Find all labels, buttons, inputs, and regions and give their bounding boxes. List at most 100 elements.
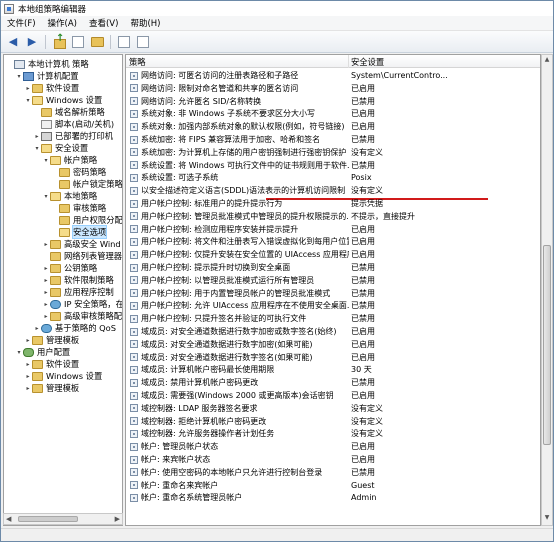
tree-item[interactable]: 网络列表管理器 bbox=[42, 250, 122, 262]
folder-button[interactable] bbox=[89, 34, 105, 50]
tree-item[interactable]: ▾ Windows 设置 bbox=[24, 94, 102, 106]
tree-item[interactable]: 安全选项 bbox=[51, 225, 108, 239]
tree-item[interactable]: ▸ Windows 设置 bbox=[24, 370, 102, 382]
expand-arrow-icon[interactable]: ▸ bbox=[33, 325, 41, 332]
tree-item[interactable]: 域名解析策略 bbox=[33, 106, 105, 118]
table-row[interactable]: 帐户: 来宾帐户状态 已启用 bbox=[126, 454, 540, 465]
tree-item[interactable]: ▸ 软件限制策略 bbox=[42, 274, 113, 286]
tree-item[interactable]: 密码策略 bbox=[51, 166, 106, 178]
table-row[interactable]: 系统设置: 可选子系统 Posix bbox=[126, 172, 540, 183]
expand-arrow-icon[interactable]: ▸ bbox=[42, 277, 50, 284]
tree-item[interactable]: ▸ 公钥策略 bbox=[42, 262, 97, 274]
table-row[interactable]: 用户帐户控制: 只提升签名并验证的可执行文件 已禁用 bbox=[126, 313, 540, 324]
tree-item[interactable]: ▸ 应用程序控制 bbox=[42, 286, 113, 298]
tree-item[interactable]: ▾ 计算机配置 bbox=[15, 70, 78, 82]
expand-arrow-icon[interactable]: ▸ bbox=[24, 337, 32, 344]
table-row[interactable]: 域成员: 需要强(Windows 2000 或更高版本)会话密钥 已启用 bbox=[126, 390, 540, 401]
table-row[interactable]: 用户帐户控制: 提示提升时切换到安全桌面 已禁用 bbox=[126, 262, 540, 273]
scroll-down-icon[interactable]: ▼ bbox=[543, 514, 551, 524]
table-row[interactable]: 域控制器: 允许服务器操作者计划任务 没有定义 bbox=[126, 428, 540, 439]
tree-item[interactable]: ▸ 软件设置 bbox=[24, 358, 79, 370]
table-row[interactable]: 以安全描述符定义语言(SDDL)语法表示的计算机访问限制 没有定义 bbox=[126, 185, 540, 196]
expand-arrow-icon[interactable]: ▸ bbox=[42, 265, 50, 272]
expand-arrow-icon[interactable]: ▸ bbox=[24, 85, 32, 92]
tree-item[interactable]: 用户权限分配 bbox=[51, 214, 122, 226]
table-row[interactable]: 系统加密: 将 FIPS 兼容算法用于加密、哈希和签名 已禁用 bbox=[126, 134, 540, 145]
table-row[interactable]: 用户帐户控制: 将文件和注册表写入错误虚拟化到每用户位置 已启用 bbox=[126, 236, 540, 247]
tree-item[interactable]: ▾ 用户配置 bbox=[15, 346, 70, 358]
table-row[interactable]: 系统设置: 将 Windows 可执行文件中的证书规则用于软件... 已禁用 bbox=[126, 160, 540, 171]
scroll-up-icon[interactable]: ▲ bbox=[543, 56, 551, 66]
back-arrow-icon[interactable]: ◀ bbox=[5, 34, 21, 50]
tree-item[interactable]: ▸ 基于策略的 QoS bbox=[33, 322, 116, 334]
table-row[interactable]: 帐户: 重命名系统管理员帐户 Admin bbox=[126, 492, 540, 503]
tree-item[interactable]: ▸ 管理模板 bbox=[24, 382, 79, 394]
expand-arrow-icon[interactable]: ▸ bbox=[24, 361, 32, 368]
table-row[interactable]: 系统加密: 为计算机上存储的用户密钥强制进行强密钥保护 没有定义 bbox=[126, 147, 540, 158]
tree-item[interactable]: ▸ 管理模板 bbox=[24, 334, 79, 346]
table-row[interactable]: 网络访问: 允许匿名 SID/名称转换 已禁用 bbox=[126, 96, 540, 107]
tree-item[interactable]: 脚本(启动/关机) bbox=[33, 118, 114, 130]
scroll-left-icon[interactable]: ◀ bbox=[6, 515, 11, 523]
menu-action[interactable]: 操作(A) bbox=[42, 17, 83, 29]
expand-arrow-icon[interactable]: ▸ bbox=[24, 373, 32, 380]
tree-item[interactable]: ▸ IP 安全策略，在 bbox=[42, 298, 122, 310]
table-row[interactable]: 网络访问: 可匿名访问的注册表路径和子路径 System\CurrentContr… bbox=[126, 70, 540, 81]
tree-item[interactable]: ▸ 高级安全 Wind bbox=[42, 238, 120, 250]
table-row[interactable]: 域成员: 禁用计算机帐户密码更改 已禁用 bbox=[126, 377, 540, 388]
column-header-setting[interactable]: 安全设置 bbox=[351, 56, 384, 68]
expand-arrow-icon[interactable]: ▸ bbox=[24, 385, 32, 392]
column-divider[interactable] bbox=[348, 55, 349, 68]
table-row[interactable]: 系统对象: 加强内部系统对象的默认权限(例如，符号链接) 已启用 bbox=[126, 121, 540, 132]
collapse-arrow-icon[interactable]: ▾ bbox=[42, 193, 50, 200]
table-row[interactable]: 用户帐户控制: 标准用户的提升提示行为 提示凭据 bbox=[126, 198, 540, 209]
collapse-arrow-icon[interactable]: ▾ bbox=[15, 349, 23, 356]
scroll-right-icon[interactable]: ▶ bbox=[115, 515, 120, 523]
menu-file[interactable]: 文件(F) bbox=[1, 17, 42, 29]
collapse-arrow-icon[interactable]: ▾ bbox=[42, 157, 50, 164]
tree-item[interactable]: 帐户锁定策略 bbox=[51, 178, 122, 190]
table-row[interactable]: 域成员: 计算机帐户密码最长使用期限 30 天 bbox=[126, 364, 540, 375]
tree-item[interactable]: ▾ 安全设置 bbox=[33, 142, 88, 154]
tree-horizontal-scrollbar[interactable]: ◀ ▶ bbox=[3, 513, 123, 525]
menu-help[interactable]: 帮助(H) bbox=[124, 17, 166, 29]
column-header-policy[interactable]: 策略 bbox=[129, 56, 146, 68]
tree-scroll-thumb[interactable] bbox=[18, 516, 78, 522]
show-hide-tree-button[interactable] bbox=[70, 34, 86, 50]
collapse-arrow-icon[interactable]: ▾ bbox=[33, 145, 41, 152]
collapse-arrow-icon[interactable]: ▾ bbox=[15, 73, 23, 80]
table-row[interactable]: 域控制器: 拒绝计算机帐户密码更改 没有定义 bbox=[126, 416, 540, 427]
expand-arrow-icon[interactable]: ▸ bbox=[42, 289, 50, 296]
tree-item[interactable]: 审核策略 bbox=[51, 202, 106, 214]
table-row[interactable]: 域成员: 对安全通道数据进行数字加密或数字签名(始终) 已启用 bbox=[126, 326, 540, 337]
tree-item[interactable]: ▾ 本地策略 bbox=[42, 190, 97, 202]
table-row[interactable]: 域控制器: LDAP 服务器签名要求 没有定义 bbox=[126, 403, 540, 414]
table-row[interactable]: 域成员: 对安全通道数据进行数字加密(如果可能) 已启用 bbox=[126, 339, 540, 350]
up-folder-button[interactable] bbox=[51, 33, 67, 50]
table-row[interactable]: 帐户: 重命名来宾帐户 Guest bbox=[126, 480, 540, 491]
expand-arrow-icon[interactable]: ▸ bbox=[42, 301, 50, 308]
list-vertical-scrollbar[interactable]: ▲ ▼ bbox=[541, 54, 553, 526]
tree-item[interactable]: ▸ 软件设置 bbox=[24, 82, 79, 94]
expand-arrow-icon[interactable]: ▸ bbox=[42, 313, 50, 320]
table-row[interactable]: 帐户: 管理员帐户状态 已启用 bbox=[126, 441, 540, 452]
console-tree[interactable]: 本地计算机 策略 ▾ 计算机配置 ▸ 软件设置 ▾ Windows 设置 域名解析策略 脚本(启… bbox=[3, 54, 123, 526]
table-row[interactable]: 系统对象: 非 Windows 子系统不要求区分大小写 已启用 bbox=[126, 108, 540, 119]
tree-item[interactable]: 本地计算机 策略 bbox=[6, 58, 89, 70]
help-button[interactable] bbox=[135, 34, 151, 50]
table-row[interactable]: 用户帐户控制: 管理员批准模式中管理员的提升权限提示的... 不提示，直接提升 bbox=[126, 211, 540, 222]
table-row[interactable]: 用户帐户控制: 仅提升安装在安全位置的 UIAccess 应用程序 已启用 bbox=[126, 249, 540, 260]
menu-view[interactable]: 查看(V) bbox=[83, 17, 124, 29]
collapse-arrow-icon[interactable]: ▾ bbox=[24, 97, 32, 104]
table-row[interactable]: 域成员: 对安全通道数据进行数字签名(如果可能) 已启用 bbox=[126, 352, 540, 363]
tree-item[interactable]: ▾ 帐户策略 bbox=[42, 154, 97, 166]
tree-item[interactable]: ▸ 高级审核策略配 bbox=[42, 310, 122, 322]
list-scroll-thumb[interactable] bbox=[543, 245, 551, 445]
table-row[interactable]: 用户帐户控制: 允许 UIAccess 应用程序在不使用安全桌面... 已禁用 bbox=[126, 300, 540, 311]
forward-arrow-icon[interactable]: ▶ bbox=[24, 34, 40, 50]
expand-arrow-icon[interactable]: ▸ bbox=[42, 241, 50, 248]
table-row[interactable]: 帐户: 使用空密码的本地帐户只允许进行控制台登录 已禁用 bbox=[126, 467, 540, 478]
table-row[interactable]: 用户帐户控制: 用于内置管理员帐户的管理员批准模式 已禁用 bbox=[126, 288, 540, 299]
table-row[interactable]: 用户帐户控制: 检测应用程序安装并提示提升 已启用 bbox=[126, 224, 540, 235]
expand-arrow-icon[interactable]: ▸ bbox=[33, 133, 41, 140]
